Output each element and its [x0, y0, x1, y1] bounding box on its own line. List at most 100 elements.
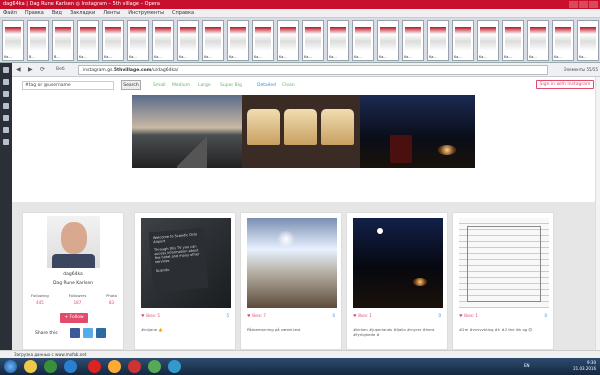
follow-button[interactable]: + Follow	[60, 313, 88, 323]
app-icon[interactable]	[148, 360, 161, 373]
menu-tools[interactable]: Инструменты	[128, 9, 164, 17]
add-panel-icon[interactable]	[3, 139, 9, 145]
stat-photos[interactable]: Photo 83	[106, 293, 117, 305]
tab-thumbnail[interactable]: Ka...	[77, 20, 99, 61]
clock[interactable]: 9:30 21.03.2016	[573, 360, 596, 372]
maximize-button[interactable]	[579, 1, 588, 8]
size-large[interactable]: Large	[198, 83, 211, 88]
menu-bookmarks[interactable]: Закладки	[70, 9, 95, 17]
search-button[interactable]: Search	[121, 80, 141, 90]
size-medium[interactable]: Medium	[172, 83, 190, 88]
post-photo[interactable]	[353, 218, 443, 308]
search-input[interactable]: #tag or @username	[22, 81, 114, 90]
vk-icon[interactable]	[96, 328, 106, 338]
tab-preview	[5, 27, 21, 51]
tab-thumbnail[interactable]: Ka...	[552, 20, 574, 61]
media-icon[interactable]	[44, 360, 57, 373]
tab-preview	[380, 27, 396, 51]
loaf-image	[247, 109, 280, 145]
tab-thumbnail[interactable]: Ka...	[452, 20, 474, 61]
tab-thumbnail[interactable]: Ka...	[427, 20, 449, 61]
tab-thumbnail[interactable]: В...	[27, 20, 49, 61]
post-comments[interactable]: 0	[332, 313, 335, 318]
post-card[interactable]: ♥ likes: 7 0 Påskemorning på været.test	[240, 212, 342, 350]
post-photo[interactable]	[247, 218, 337, 308]
tab-thumbnail[interactable]: Ka...	[177, 20, 199, 61]
url-field[interactable]: instagram.gs.5thvillage.com/u/dag64ka/	[78, 65, 548, 75]
star-icon[interactable]	[3, 91, 9, 97]
tab-thumbnail[interactable]: Ka...	[2, 20, 24, 61]
tab-thumbnail[interactable]: Ka...	[252, 20, 274, 61]
tab-thumbnail[interactable]: Ka...	[127, 20, 149, 61]
avatar-shirt	[52, 254, 95, 268]
sun-glare	[277, 230, 295, 248]
menu-edit[interactable]: Правка	[25, 9, 44, 17]
tab-thumbnail[interactable]: Ka...	[227, 20, 249, 61]
signin-instagram-button[interactable]: Sign in with Instagram	[536, 80, 594, 89]
profile-stats: Following 445 Followers 187 Photo 83	[31, 293, 117, 305]
tab-thumbnail[interactable]: Ka...	[277, 20, 299, 61]
tab-thumbnail[interactable]: Ka...	[302, 20, 324, 61]
profile-username[interactable]: dag64ka	[23, 272, 123, 277]
menu-file[interactable]: Файл	[3, 9, 17, 17]
menu-help[interactable]: Справка	[172, 9, 194, 17]
post-card[interactable]: Welcome to Scandic Oslo Airport Through …	[134, 212, 236, 350]
explorer-icon[interactable]	[24, 360, 37, 373]
tab-thumbnail[interactable]: Ka...	[102, 20, 124, 61]
tv-screen: Welcome to Scandic Oslo Airport Through …	[148, 227, 209, 293]
tab-thumbnail[interactable]: Ka...	[352, 20, 374, 61]
app-icon[interactable]	[108, 360, 121, 373]
post-photo[interactable]: Welcome to Scandic Oslo Airport Through …	[141, 218, 231, 308]
menu-feeds[interactable]: Ленты	[103, 9, 120, 17]
post-comments[interactable]: 0	[544, 313, 547, 318]
app-icon[interactable]	[64, 360, 77, 373]
opera-menu-icon[interactable]	[3, 67, 9, 73]
app-icon[interactable]	[128, 360, 141, 373]
tab-thumbnail[interactable]: Ka...	[477, 20, 499, 61]
post-comments[interactable]: 5	[226, 313, 229, 318]
reload-icon[interactable]: ⟳	[40, 66, 45, 73]
start-button-icon[interactable]	[4, 360, 17, 373]
twitter-icon[interactable]	[83, 328, 93, 338]
forward-icon[interactable]: ▶	[28, 66, 33, 73]
close-button[interactable]	[589, 1, 598, 8]
app-icon[interactable]	[168, 360, 181, 373]
post-comments[interactable]: 0	[438, 313, 441, 318]
tab-thumbnail[interactable]: Ka...	[502, 20, 524, 61]
back-icon[interactable]: ◀	[16, 66, 21, 73]
tab-title: Ka...	[504, 55, 512, 59]
opera-icon[interactable]	[88, 360, 101, 373]
stat-followers[interactable]: Followers 187	[69, 293, 87, 305]
view-detailed[interactable]: Detailed	[257, 83, 276, 88]
tab-thumbnail[interactable]: Ka...	[402, 20, 424, 61]
post-photo[interactable]	[459, 218, 549, 308]
size-small[interactable]: Small	[153, 83, 166, 88]
size-super-big[interactable]: Super Big	[220, 83, 242, 88]
menu-view[interactable]: Вид	[52, 9, 62, 17]
tab-thumbnail[interactable]: Ka...	[577, 20, 599, 61]
mail-icon[interactable]	[3, 115, 9, 121]
page-scrollbar[interactable]	[595, 77, 600, 350]
tab-preview	[405, 27, 421, 51]
tab-thumbnail[interactable]: В...	[52, 20, 74, 61]
tab-thumbnail[interactable]: Ka...	[202, 20, 224, 61]
post-card[interactable]: ♥ likes: 1 0 #kirken #juperlands #fjalla…	[346, 212, 448, 350]
tab-thumbnail[interactable]: Ka...	[527, 20, 549, 61]
history-icon[interactable]	[3, 127, 9, 133]
web-badge[interactable]: Веб	[56, 67, 65, 72]
window-titlebar: dag64ka | Dag Rune Karlsen ◎ Instagram –…	[0, 0, 600, 9]
tab-thumbnail[interactable]: Ka...	[377, 20, 399, 61]
bookmarks-icon[interactable]	[3, 79, 9, 85]
notes-icon[interactable]	[3, 103, 9, 109]
post-card[interactable]: ♥ likes: 1 0 #2m #vvvvvkting #f: #2 the …	[452, 212, 554, 350]
window-controls	[569, 1, 598, 8]
avatar[interactable]	[47, 216, 100, 268]
facebook-icon[interactable]	[70, 328, 80, 338]
minimize-button[interactable]	[569, 1, 578, 8]
language-indicator[interactable]: EN	[524, 363, 530, 368]
view-clean[interactable]: Clean	[282, 83, 295, 88]
tab-thumbnail[interactable]: Ka...	[327, 20, 349, 61]
stat-following[interactable]: Following 445	[31, 293, 49, 305]
tab-thumbnail[interactable]: Ka...	[152, 20, 174, 61]
profile-card: dag64ka Dag Rune Karlsen Following 445 Fo…	[22, 212, 124, 350]
